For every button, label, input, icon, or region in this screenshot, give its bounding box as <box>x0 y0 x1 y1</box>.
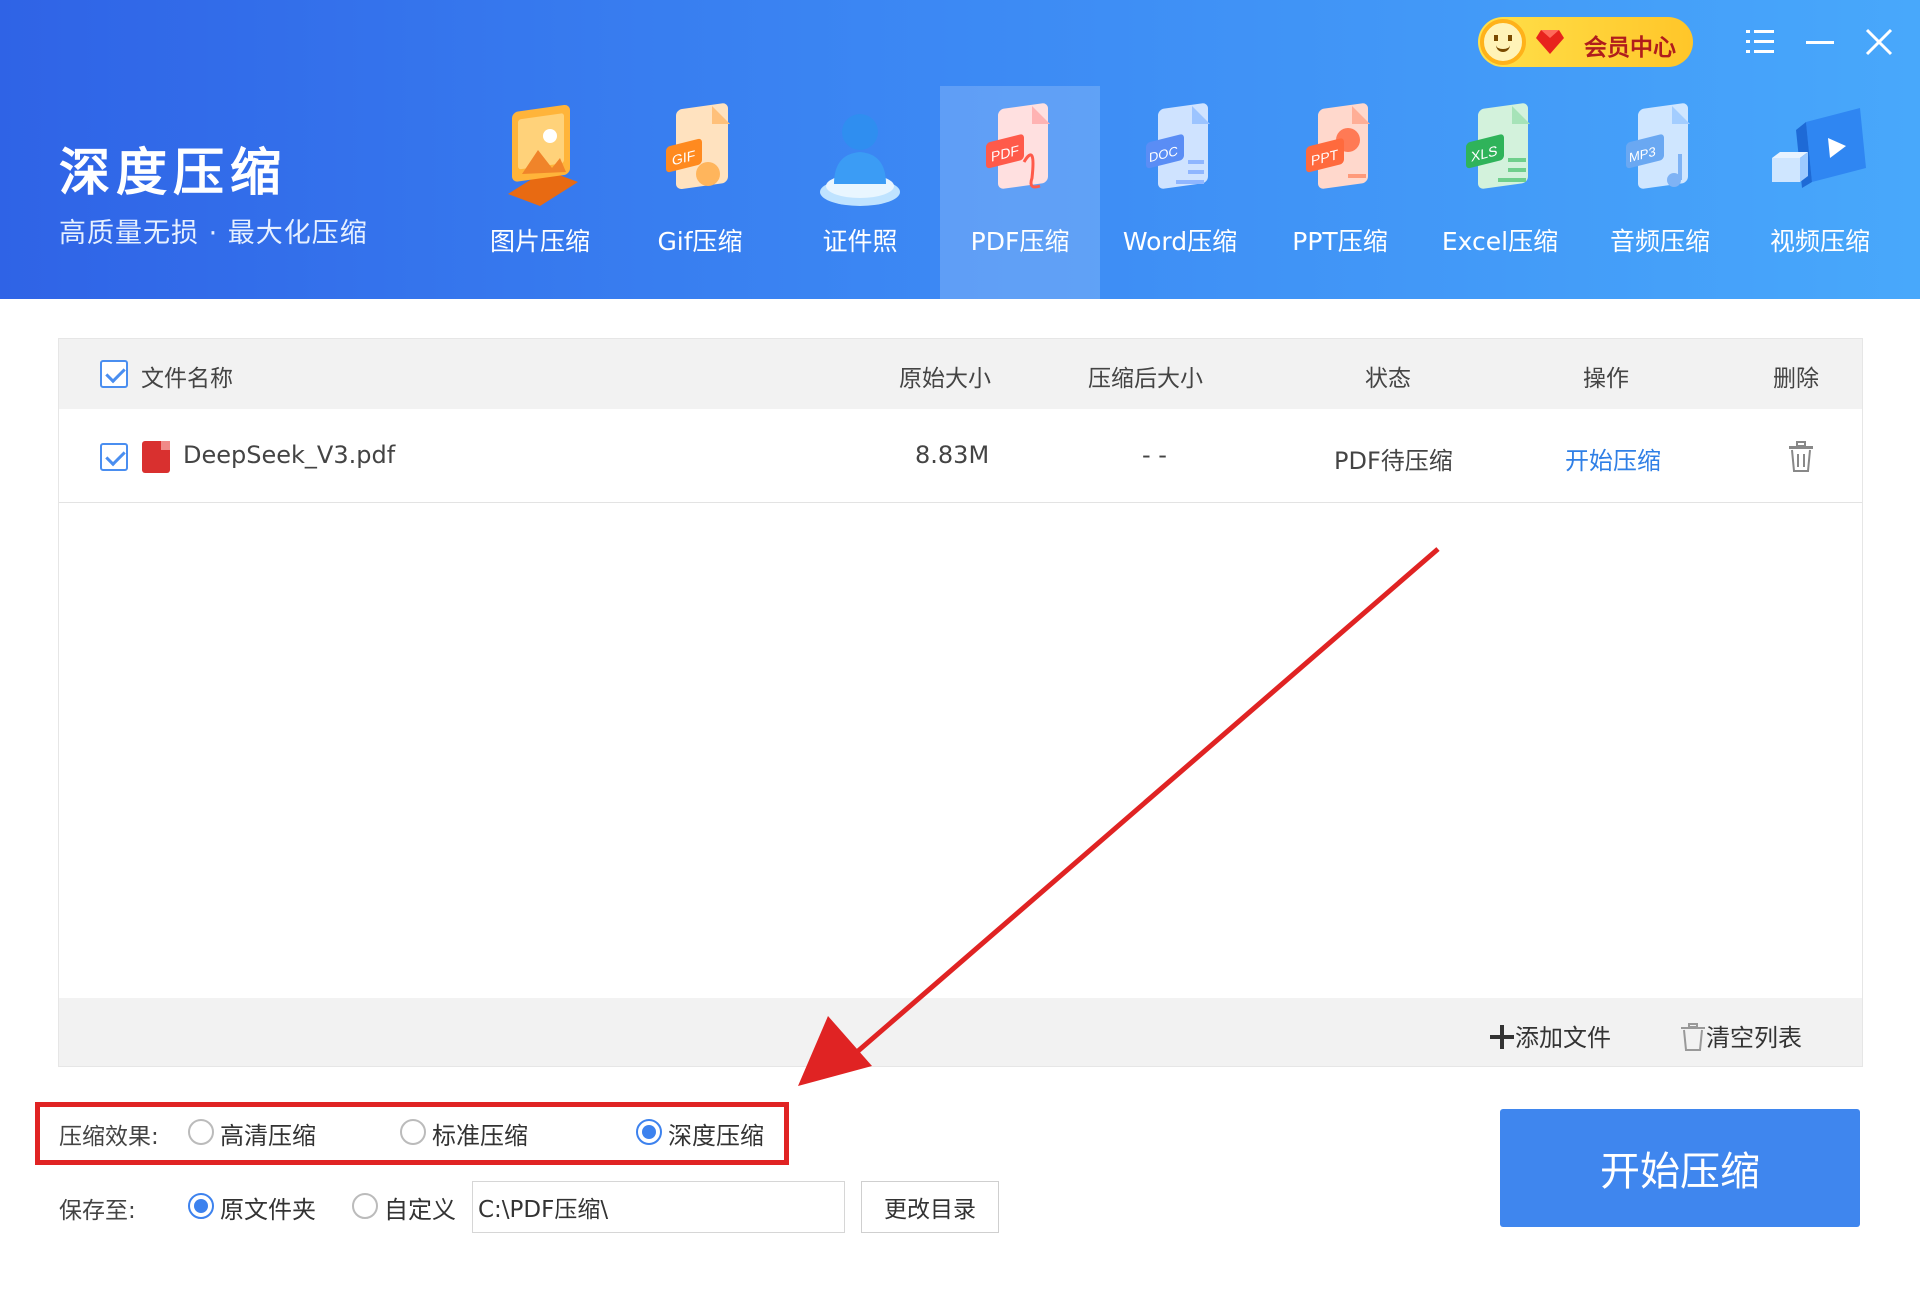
trash-icon[interactable] <box>1788 441 1814 473</box>
add-file-label: 添加文件 <box>1515 1024 1611 1052</box>
clear-list-label: 清空列表 <box>1706 1024 1802 1052</box>
nav-label: 视频压缩 <box>1769 227 1870 256</box>
change-directory-button[interactable]: 更改目录 <box>861 1181 999 1233</box>
nav-item-video-compress[interactable]: 视频压缩 <box>1740 86 1900 299</box>
radio-original-folder[interactable] <box>188 1193 214 1219</box>
file-status: PDF待压缩 <box>1334 447 1453 475</box>
start-compress-button[interactable]: 开始压缩 <box>1500 1109 1860 1227</box>
save-to-label: 保存至: <box>59 1198 136 1224</box>
tool-nav: 图片压缩 GIF Gif压缩 证件照 PDF PDF压缩 DOC Word压缩 … <box>460 0 1920 299</box>
radio-custom-folder[interactable] <box>352 1193 378 1219</box>
nav-item-image-compress[interactable]: 图片压缩 <box>460 86 620 299</box>
column-compressed-size: 压缩后大小 <box>1088 366 1203 392</box>
nav-label: PDF压缩 <box>970 227 1070 256</box>
table-header: 文件名称 原始大小 压缩后大小 状态 操作 删除 <box>59 339 1862 409</box>
app-title: 深度压缩 <box>59 144 288 203</box>
column-status: 状态 <box>1365 366 1411 392</box>
app-subtitle: 高质量无损 · 最大化压缩 <box>59 218 368 249</box>
diamond-icon <box>1536 30 1564 54</box>
video-compress-icon <box>1772 108 1866 188</box>
ppt-compress-icon: PPT <box>1306 103 1370 189</box>
minimize-icon[interactable] <box>1800 22 1840 62</box>
file-name: DeepSeek_V3.pdf <box>183 441 396 469</box>
mascot-icon <box>1480 19 1526 65</box>
plus-icon <box>1490 1025 1514 1049</box>
pdf-compress-icon: PDF <box>986 103 1050 189</box>
nav-label: Word压缩 <box>1122 227 1238 256</box>
vip-center-label: 会员中心 <box>1584 35 1676 61</box>
excel-compress-icon: XLS <box>1466 103 1530 189</box>
compressed-size: - - <box>1142 441 1167 469</box>
start-compress-link[interactable]: 开始压缩 <box>1565 441 1661 476</box>
save-path-input[interactable] <box>472 1181 845 1233</box>
nav-item-id-photo[interactable]: 证件照 <box>780 86 940 299</box>
column-delete: 删除 <box>1773 366 1819 392</box>
nav-label: 图片压缩 <box>489 227 590 256</box>
nav-label: 音频压缩 <box>1609 227 1710 256</box>
nav-item-word-compress[interactable]: DOC Word压缩 <box>1100 86 1260 299</box>
select-all-checkbox[interactable] <box>100 360 128 388</box>
vip-center-button[interactable]: 会员中心 <box>1478 17 1693 67</box>
image-compress-icon <box>508 104 578 206</box>
app-header: 深度压缩 高质量无损 · 最大化压缩 图片压缩 GIF Gif压缩 证件照 PD… <box>0 0 1920 299</box>
column-file-name: 文件名称 <box>141 366 233 392</box>
nav-item-audio-compress[interactable]: MP3 音频压缩 <box>1580 86 1740 299</box>
close-icon[interactable] <box>1859 22 1899 62</box>
trash-icon <box>1681 1023 1705 1051</box>
audio-compress-icon: MP3 <box>1626 103 1690 189</box>
menu-icon[interactable] <box>1740 22 1780 62</box>
row-checkbox[interactable] <box>100 443 128 471</box>
column-original-size: 原始大小 <box>899 366 991 392</box>
file-table: 文件名称 原始大小 压缩后大小 状态 操作 删除 DeepSeek_V3.pdf… <box>58 338 1863 1067</box>
nav-item-pdf-compress[interactable]: PDF PDF压缩 <box>940 86 1100 299</box>
original-size: 8.83M <box>915 441 990 469</box>
clear-list-button[interactable]: 清空列表 <box>1680 1018 1802 1053</box>
nav-item-ppt-compress[interactable]: PPT PPT压缩 <box>1260 86 1420 299</box>
nav-item-gif-compress[interactable]: GIF Gif压缩 <box>620 86 780 299</box>
column-action: 操作 <box>1583 366 1629 392</box>
table-footer: 添加文件 清空列表 <box>59 998 1862 1066</box>
id-photo-icon <box>820 114 900 206</box>
original-folder-label[interactable]: 原文件夹 <box>220 1190 316 1225</box>
word-compress-icon: DOC <box>1146 103 1210 189</box>
gif-compress-icon: GIF <box>666 103 730 189</box>
nav-label: Excel压缩 <box>1441 227 1559 256</box>
highlight-annotation <box>35 1102 789 1165</box>
nav-label: PPT压缩 <box>1292 227 1388 256</box>
nav-item-excel-compress[interactable]: XLS Excel压缩 <box>1420 86 1580 299</box>
add-file-button[interactable]: 添加文件 <box>1489 1018 1611 1053</box>
nav-label: Gif压缩 <box>657 227 743 256</box>
custom-folder-label[interactable]: 自定义 <box>384 1190 456 1225</box>
table-row: DeepSeek_V3.pdf 8.83M - - PDF待压缩 开始压缩 <box>59 409 1862 503</box>
pdf-file-icon <box>142 441 170 473</box>
nav-label: 证件照 <box>822 227 898 256</box>
